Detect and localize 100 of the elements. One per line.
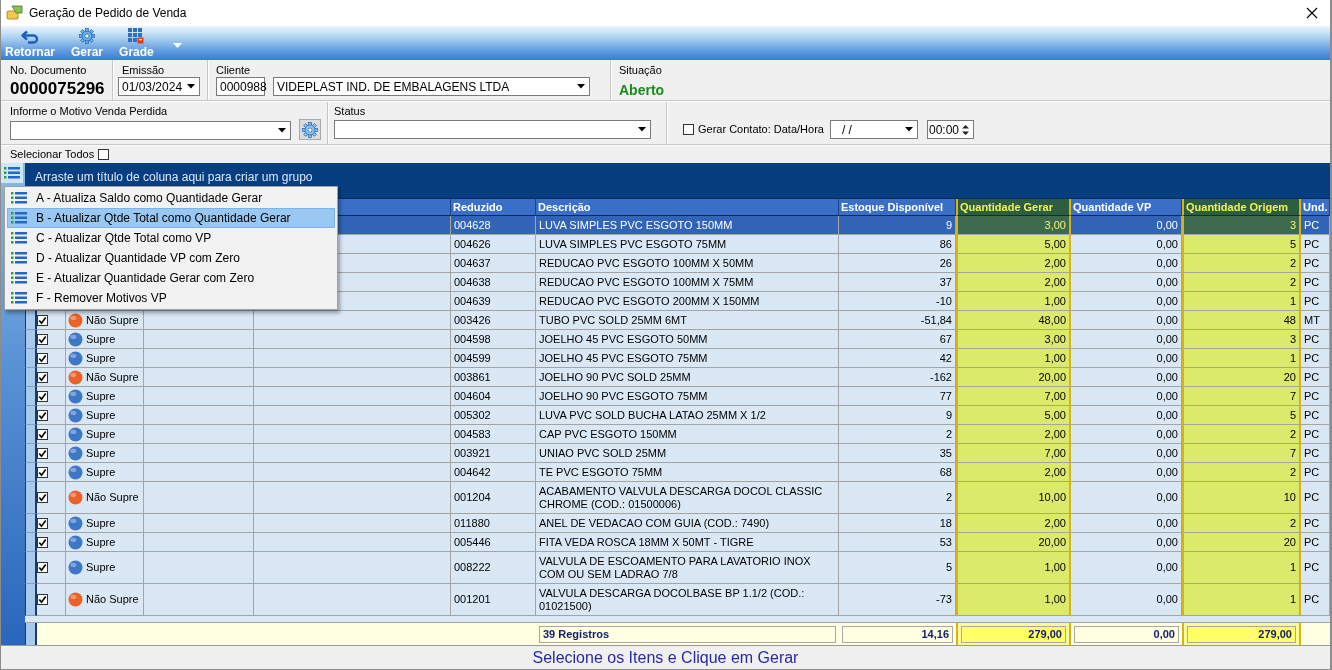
row-indicator[interactable] bbox=[25, 552, 37, 584]
client-code-field[interactable]: 0000988 bbox=[216, 77, 265, 96]
table-row[interactable]: Supre 003921 UNIAO PVC SOLD 25MM 35 7,00 0,00 7 PC bbox=[25, 444, 1330, 463]
table-cell: 7,00 bbox=[956, 387, 1071, 406]
table-cell: 2 bbox=[1182, 254, 1301, 273]
status-label: Supre bbox=[86, 427, 116, 441]
status-dropdown[interactable] bbox=[334, 120, 651, 139]
table-row[interactable]: Supre 004642 TE PVC ESGOTO 75MM 68 2,00 0,00 2 PC bbox=[25, 463, 1330, 482]
row-indicator[interactable] bbox=[25, 425, 37, 444]
menu-item[interactable]: B - Atualizar Qtde Total como Quantidade Gerar bbox=[7, 208, 335, 228]
row-indicator[interactable] bbox=[25, 533, 37, 552]
date-dropdown[interactable]: 01/03/2024 bbox=[118, 77, 200, 96]
row-indicator[interactable] bbox=[25, 584, 37, 616]
row-checkbox[interactable] bbox=[37, 352, 48, 364]
table-cell: 20 bbox=[1182, 368, 1301, 387]
contact-label: Gerar Contato: Data/Hora bbox=[698, 123, 824, 136]
row-indicator bbox=[25, 623, 37, 645]
table-cell: 2 bbox=[1182, 273, 1301, 292]
total-field: 279,00 bbox=[961, 625, 1066, 643]
table-row[interactable]: Supre 008222 VALVULA DE ESCOAMENTO PARA LAVATORIO INOX COM OU SEM LADRAO 7/8 5 1,00 0,00 1 PC bbox=[25, 552, 1330, 584]
column-header[interactable]: Quantidade Gerar bbox=[956, 199, 1071, 216]
status-label: Supre bbox=[86, 351, 116, 365]
row-checkbox[interactable] bbox=[37, 333, 48, 345]
contact-date-dropdown[interactable]: / / bbox=[829, 120, 918, 139]
table-row[interactable]: Supre 004583 CAP PVC ESGOTO 150MM 2 2,00 0,00 2 PC bbox=[25, 425, 1330, 444]
lost-sale-reason-dropdown[interactable] bbox=[10, 120, 291, 140]
time-field[interactable]: 00:00 bbox=[926, 120, 974, 139]
table-row[interactable]: Não Supre 003426 TUBO PVC SOLD 25MM 6MT -51,84 48,00 0,00 48 MT bbox=[25, 311, 1330, 330]
table-row[interactable]: Supre 011880 ANEL DE VEDACAO COM GUIA (COD.: 7490) 18 2,00 0,00 2 PC bbox=[25, 514, 1330, 533]
select-all-checkbox[interactable] bbox=[98, 149, 110, 160]
list-icon bbox=[11, 192, 27, 204]
table-cell: 2,00 bbox=[956, 514, 1071, 533]
list-icon bbox=[11, 212, 27, 224]
table-row[interactable]: Não Supre 003861 JOELHO 90 PVC SOLD 25MM -162 20,00 0,00 20 PC bbox=[25, 368, 1330, 387]
table-cell: 48 bbox=[1182, 311, 1301, 330]
caret-icon bbox=[278, 127, 286, 133]
table-row[interactable]: Supre 004599 JOELHO 45 PVC ESGOTO 75MM 42 1,00 0,00 1 PC bbox=[25, 349, 1330, 368]
table-cell: 5 bbox=[1182, 235, 1301, 254]
field-label: Status bbox=[334, 105, 367, 118]
table-row[interactable]: Não Supre 001204 ACABAMENTO VALVULA DESCARGA DOCOL CLASSIC CHROME (COD.: 01500006) 2 10,00 0,00 10 PC bbox=[25, 482, 1330, 514]
table-row[interactable]: Supre 004598 JOELHO 45 PVC ESGOTO 50MM 67 3,00 0,00 3 PC bbox=[25, 330, 1330, 349]
table-row[interactable]: Supre 005302 LUVA PVC SOLD BUCHA LATAO 25MM X 1/2 9 5,00 0,00 5 PC bbox=[25, 406, 1330, 425]
row-checkbox[interactable] bbox=[37, 517, 48, 529]
close-icon[interactable] bbox=[1306, 7, 1318, 19]
caret-icon bbox=[638, 127, 646, 132]
row-checkbox[interactable] bbox=[37, 536, 48, 548]
row-checkbox[interactable] bbox=[37, 562, 48, 573]
row-checkbox[interactable] bbox=[37, 314, 48, 326]
row-indicator[interactable] bbox=[25, 444, 37, 463]
row-indicator[interactable] bbox=[25, 349, 37, 368]
client-dropdown[interactable]: VIDEPLAST IND. DE EMBALAGENS LTDA bbox=[273, 77, 590, 96]
table-cell: 2 bbox=[1182, 514, 1301, 533]
status-label: Não Supre bbox=[86, 370, 139, 384]
row-checkbox[interactable] bbox=[37, 371, 48, 383]
table-cell: 2,00 bbox=[956, 254, 1071, 273]
menu-item[interactable]: A - Atualiza Saldo como Quantidade Gerar bbox=[7, 188, 335, 208]
row-indicator[interactable] bbox=[25, 514, 37, 533]
table-cell: 1,00 bbox=[956, 349, 1071, 368]
list-icon bbox=[11, 232, 27, 244]
table-row[interactable]: Supre 005446 FITA VEDA ROSCA 18MM X 50MT - TIGRE 53 20,00 0,00 20 PC bbox=[25, 533, 1330, 552]
row-checkbox[interactable] bbox=[37, 428, 48, 440]
row-checkbox[interactable] bbox=[37, 594, 48, 605]
table-row[interactable]: Não Supre 001201 VALVULA DESCARGA DOCOLBASE BP 1.1/2 (COD.: 01021500) -73 1,00 0,00 1 PC bbox=[25, 584, 1330, 616]
list-icon[interactable] bbox=[1, 163, 23, 183]
column-header[interactable]: Quantidade Origem bbox=[1182, 199, 1301, 216]
row-checkbox[interactable] bbox=[37, 409, 48, 421]
window-title: Geração de Pedido de Venda bbox=[29, 6, 187, 20]
total-field: 14,16 bbox=[842, 625, 953, 643]
gear-button[interactable] bbox=[299, 119, 321, 140]
table-cell: 7 bbox=[1182, 387, 1301, 406]
table-cell: VALVULA DESCARGA DOCOLBASE BP 1.1/2 (COD.: 01021500) bbox=[536, 584, 839, 616]
contact-checkbox[interactable] bbox=[683, 124, 694, 135]
table-cell: 3,00 bbox=[956, 330, 1071, 349]
table-cell: 3,00 bbox=[956, 216, 1071, 235]
row-checkbox[interactable] bbox=[37, 492, 48, 503]
table-cell: 5 bbox=[1182, 406, 1301, 425]
status-message: Selecione os Itens e Clique em Gerar bbox=[532, 648, 799, 667]
caret-icon bbox=[187, 84, 195, 89]
row-indicator[interactable] bbox=[25, 387, 37, 406]
row-indicator[interactable] bbox=[25, 311, 37, 330]
table-cell: 5,00 bbox=[956, 235, 1071, 254]
document-number: 0000075296 bbox=[10, 79, 106, 99]
row-checkbox[interactable] bbox=[37, 466, 48, 478]
table-cell: 1 bbox=[1182, 292, 1301, 311]
status-label: Supre bbox=[86, 446, 116, 460]
row-indicator[interactable] bbox=[25, 330, 37, 349]
row-indicator[interactable] bbox=[25, 463, 37, 482]
table-row[interactable]: Supre 004604 JOELHO 90 PVC ESGOTO 75MM 77 7,00 0,00 7 PC bbox=[25, 387, 1330, 406]
total-field: 0,00 bbox=[1074, 625, 1179, 643]
row-indicator[interactable] bbox=[25, 406, 37, 425]
row-indicator[interactable] bbox=[25, 482, 37, 514]
row-checkbox[interactable] bbox=[37, 447, 48, 459]
table-cell: 1,00 bbox=[956, 584, 1071, 616]
field-label: Emissão bbox=[122, 64, 166, 77]
row-checkbox[interactable] bbox=[37, 390, 48, 402]
field-label: Informe o Motivo Venda Perdida bbox=[10, 105, 169, 118]
caret-icon bbox=[904, 127, 913, 132]
table-cell: 5,00 bbox=[956, 406, 1071, 425]
row-indicator[interactable] bbox=[25, 368, 37, 387]
table-cell: 1 bbox=[1182, 552, 1301, 584]
